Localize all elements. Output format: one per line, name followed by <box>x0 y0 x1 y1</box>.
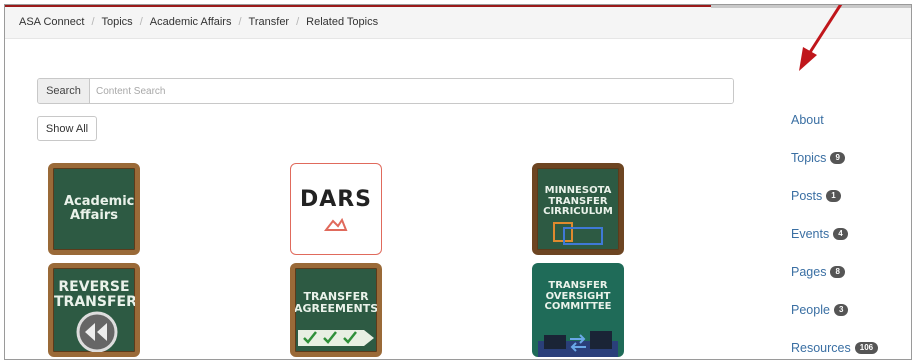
breadcrumb-item-academic-affairs[interactable]: Academic Affairs <box>150 16 232 28</box>
tile-reverse-transfer[interactable]: Reverse Transfer <box>48 263 140 357</box>
count-badge: 8 <box>830 266 845 278</box>
dars-logo-icon <box>324 217 348 231</box>
tile-transfer-oversight-committee[interactable]: Transfer Oversight Committee <box>532 263 624 357</box>
tile-label: Reverse Transfer <box>54 279 137 310</box>
rewind-icon <box>76 311 118 352</box>
page-frame: ASA Connect / Topics / Academic Affairs … <box>4 4 912 360</box>
breadcrumb-separator: / <box>91 15 95 28</box>
search-input[interactable] <box>90 79 733 103</box>
tile-label: Transfer Oversight Committee <box>544 280 612 313</box>
overlapping-squares-icon <box>553 222 603 245</box>
sidebar-item-people[interactable]: People 3 <box>791 291 878 329</box>
count-badge: 9 <box>830 152 845 164</box>
buildings-exchange-icon <box>538 331 618 357</box>
sidebar-item-label: Resources <box>791 341 851 355</box>
sidebar-item-label: Posts <box>791 189 823 203</box>
tile-transfer-agreements[interactable]: Transfer Agreements <box>290 263 382 357</box>
top-divider <box>5 5 911 8</box>
sidebar-item-label: Topics <box>791 151 827 165</box>
sidebar-item-posts[interactable]: Posts 1 <box>791 177 878 215</box>
show-all-button[interactable]: Show All <box>37 116 97 141</box>
sidebar-item-label: About <box>791 113 824 127</box>
count-badge: 3 <box>833 304 849 316</box>
sidebar-item-topics[interactable]: Topics 9 <box>791 139 878 177</box>
tile-minnesota-transfer-curriculum[interactable]: Minnesota Transfer Cirriculum <box>532 163 624 255</box>
sidebar-item-events[interactable]: Events 4 <box>791 215 878 253</box>
breadcrumb: ASA Connect / Topics / Academic Affairs … <box>5 5 911 39</box>
breadcrumb-separator: / <box>238 15 242 28</box>
tile-label: DARS <box>299 186 373 212</box>
count-badge: 106 <box>854 342 879 354</box>
sidebar-item-pages[interactable]: Pages 8 <box>791 253 878 291</box>
count-badge: 1 <box>826 190 841 202</box>
tile-label: Transfer Agreements <box>294 290 379 315</box>
checkmarks-sign-icon <box>298 330 374 346</box>
sidebar-item-label: Events <box>791 227 830 241</box>
breadcrumb-separator: / <box>139 15 143 28</box>
sidebar-item-label: Pages <box>791 265 827 279</box>
breadcrumb-item-asa-connect[interactable]: ASA Connect <box>19 16 84 28</box>
breadcrumb-item-topics[interactable]: Topics <box>102 16 133 28</box>
breadcrumb-item-related-topics: Related Topics <box>306 15 379 28</box>
tile-academic-affairs[interactable]: Academic Affairs <box>48 163 140 255</box>
sidebar: About Topics 9 Posts 1 Events 4 Pages 8 … <box>791 101 879 359</box>
tile-label: Minnesota Transfer Cirriculum <box>543 185 613 218</box>
count-badge: 4 <box>833 228 848 240</box>
sidebar-item-about[interactable]: About <box>791 101 878 139</box>
sidebar-item-label: People <box>791 303 830 317</box>
breadcrumb-item-transfer[interactable]: Transfer <box>249 16 290 28</box>
breadcrumb-separator: / <box>296 15 300 28</box>
search-bar: Search <box>37 78 734 104</box>
annotation-arrow-icon <box>799 5 843 71</box>
tile-dars[interactable]: DARS <box>290 163 382 255</box>
sidebar-item-resources[interactable]: Resources 106 <box>791 329 879 359</box>
search-label: Search <box>38 79 90 103</box>
tile-label: Academic Affairs <box>64 194 135 223</box>
